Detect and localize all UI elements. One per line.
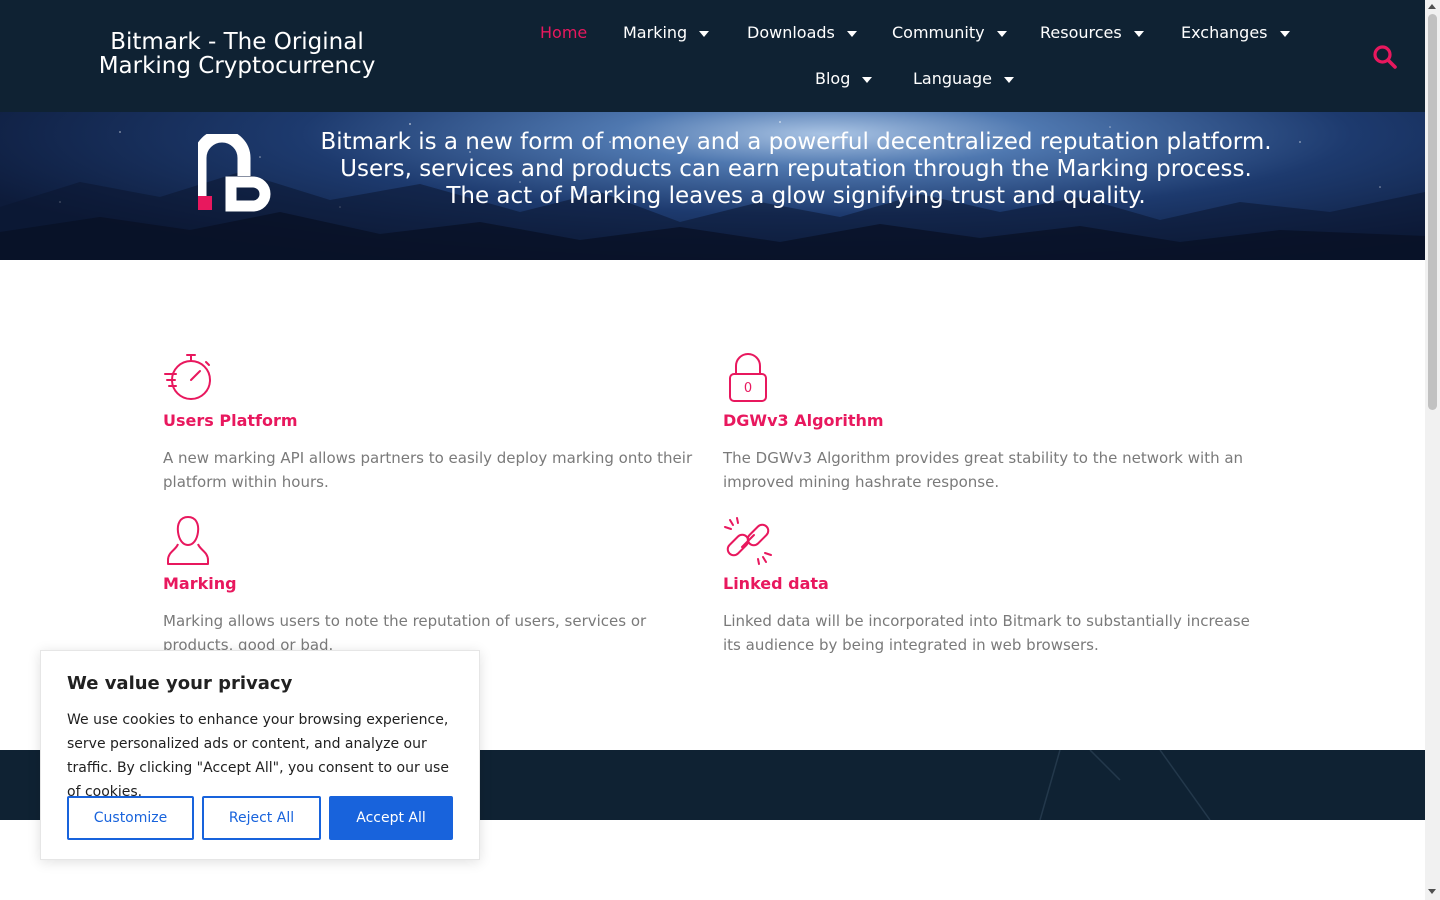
nav-item-marking[interactable]: Marking	[623, 23, 710, 42]
nav-item-community[interactable]: Community	[892, 23, 1007, 42]
nav-item-downloads[interactable]: Downloads	[747, 23, 857, 42]
scroll-up-icon[interactable]	[1428, 4, 1436, 9]
caret-down-icon	[862, 76, 873, 83]
nav-item-blog[interactable]: Blog	[815, 69, 873, 88]
nav-label: Language	[913, 69, 992, 88]
nav-label: Downloads	[747, 23, 835, 42]
nav-item-resources[interactable]: Resources	[1040, 23, 1144, 42]
nav-label: Marking	[623, 23, 688, 42]
caret-down-icon	[996, 30, 1007, 37]
hero-banner: Bitmark is a new form of money and a pow…	[0, 112, 1425, 260]
cookie-title: We value your privacy	[67, 673, 293, 694]
scroll-down-icon[interactable]	[1428, 889, 1436, 894]
feature-description: The DGWv3 Algorithm provides great stabi…	[723, 449, 1244, 491]
site-header: Bitmark - The Original Marking Cryptocur…	[0, 0, 1425, 112]
nav-label: Resources	[1040, 23, 1122, 42]
vertical-scrollbar[interactable]	[1425, 0, 1440, 900]
customize-button[interactable]: Customize	[67, 796, 194, 840]
search-icon[interactable]	[1372, 44, 1398, 70]
site-title[interactable]: Bitmark - The Original Marking Cryptocur…	[62, 30, 412, 78]
caret-down-icon	[1133, 30, 1144, 37]
nav-item-exchanges[interactable]: Exchanges	[1181, 23, 1290, 42]
stopwatch-icon	[164, 354, 211, 400]
feature-title: Users Platform	[163, 411, 298, 430]
caret-down-icon	[699, 30, 710, 37]
user-icon	[167, 516, 209, 565]
accept-all-button[interactable]: Accept All	[329, 796, 453, 840]
nav-label: Home	[540, 23, 588, 42]
link-icon	[724, 517, 772, 565]
feature-title: Marking	[163, 574, 237, 593]
feature-description: A new marking API allows partners to eas…	[163, 449, 693, 491]
lock-number: 0	[744, 381, 752, 396]
feature-title: Linked data	[723, 574, 829, 593]
reject-all-button[interactable]: Reject All	[202, 796, 321, 840]
caret-down-icon	[846, 30, 857, 37]
feature-title: DGWv3 Algorithm	[723, 411, 884, 430]
nav-label: Blog	[815, 69, 851, 88]
caret-down-icon	[1279, 30, 1290, 37]
nav-item-language[interactable]: Language	[913, 69, 1014, 88]
feature-description: Linked data will be incorporated into Bi…	[723, 612, 1250, 654]
scrollbar-thumb[interactable]	[1428, 14, 1437, 410]
nav-item-home[interactable]: Home	[540, 23, 587, 42]
cookie-message: We use cookies to enhance your browsing …	[67, 712, 449, 800]
hero-tagline: Bitmark is a new form of money and a pow…	[320, 129, 1272, 209]
caret-down-icon	[1003, 76, 1014, 83]
nav-label: Exchanges	[1181, 23, 1268, 42]
lock-icon: 0	[729, 353, 767, 402]
nav-label: Community	[892, 23, 985, 42]
bitmark-logo	[198, 134, 271, 212]
cookie-consent-banner: We value your privacy We use cookies to …	[40, 650, 480, 860]
